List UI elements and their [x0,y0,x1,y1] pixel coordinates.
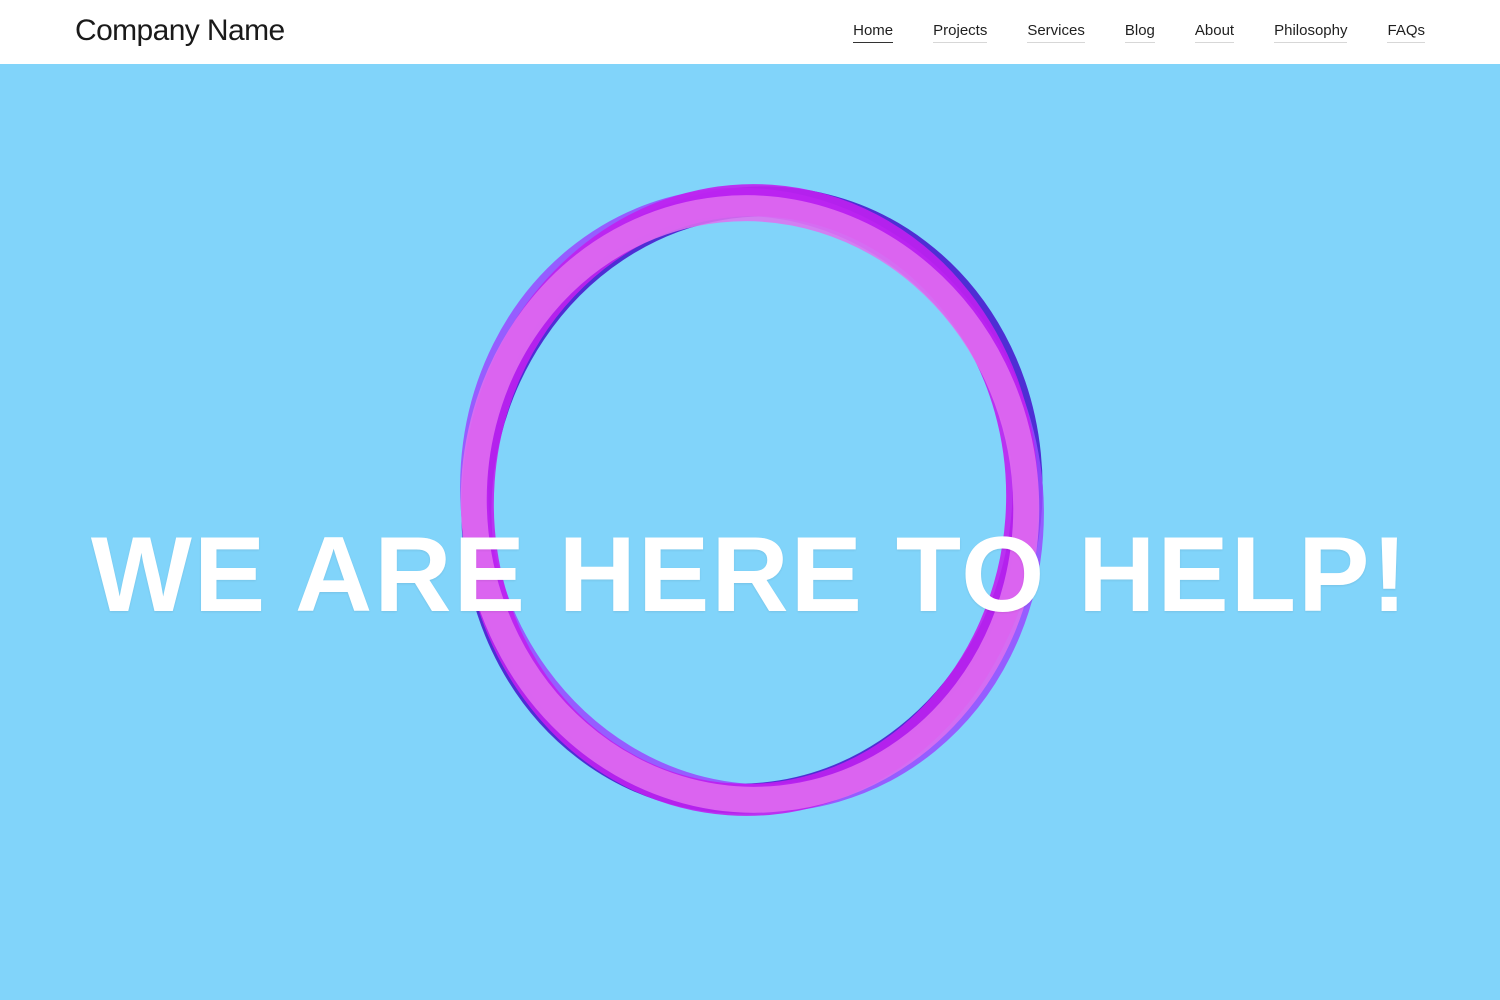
ring-blue [461,186,1043,814]
nav-item-home: Home [853,22,894,43]
site-header: Company Name Home Projects Services Blog… [0,0,1500,64]
nav-item-about: About [1194,22,1235,43]
nav-item-services: Services [1027,22,1085,43]
main-nav: Home Projects Services Blog About Philos… [853,22,1425,43]
hero-section: WE ARE HERE TO HELP! [0,64,1500,1000]
ring-violet [460,187,1044,813]
nav-link-philosophy[interactable]: Philosophy [1274,22,1348,43]
nav-link-projects[interactable]: Projects [933,22,988,43]
nav-item-blog: Blog [1124,22,1155,43]
nav-item-faqs: FAQs [1387,22,1425,43]
hero-headline: WE ARE HERE TO HELP! [90,513,1410,634]
nav-link-about[interactable]: About [1194,22,1235,43]
nav-link-home[interactable]: Home [853,22,894,43]
nav-link-blog[interactable]: Blog [1124,22,1155,43]
nav-link-services[interactable]: Services [1027,22,1085,43]
nav-item-philosophy: Philosophy [1274,22,1348,43]
brand-logo-link[interactable]: Company Name [75,14,285,48]
nav-item-projects: Projects [933,22,988,43]
nav-link-faqs[interactable]: FAQs [1387,22,1425,43]
